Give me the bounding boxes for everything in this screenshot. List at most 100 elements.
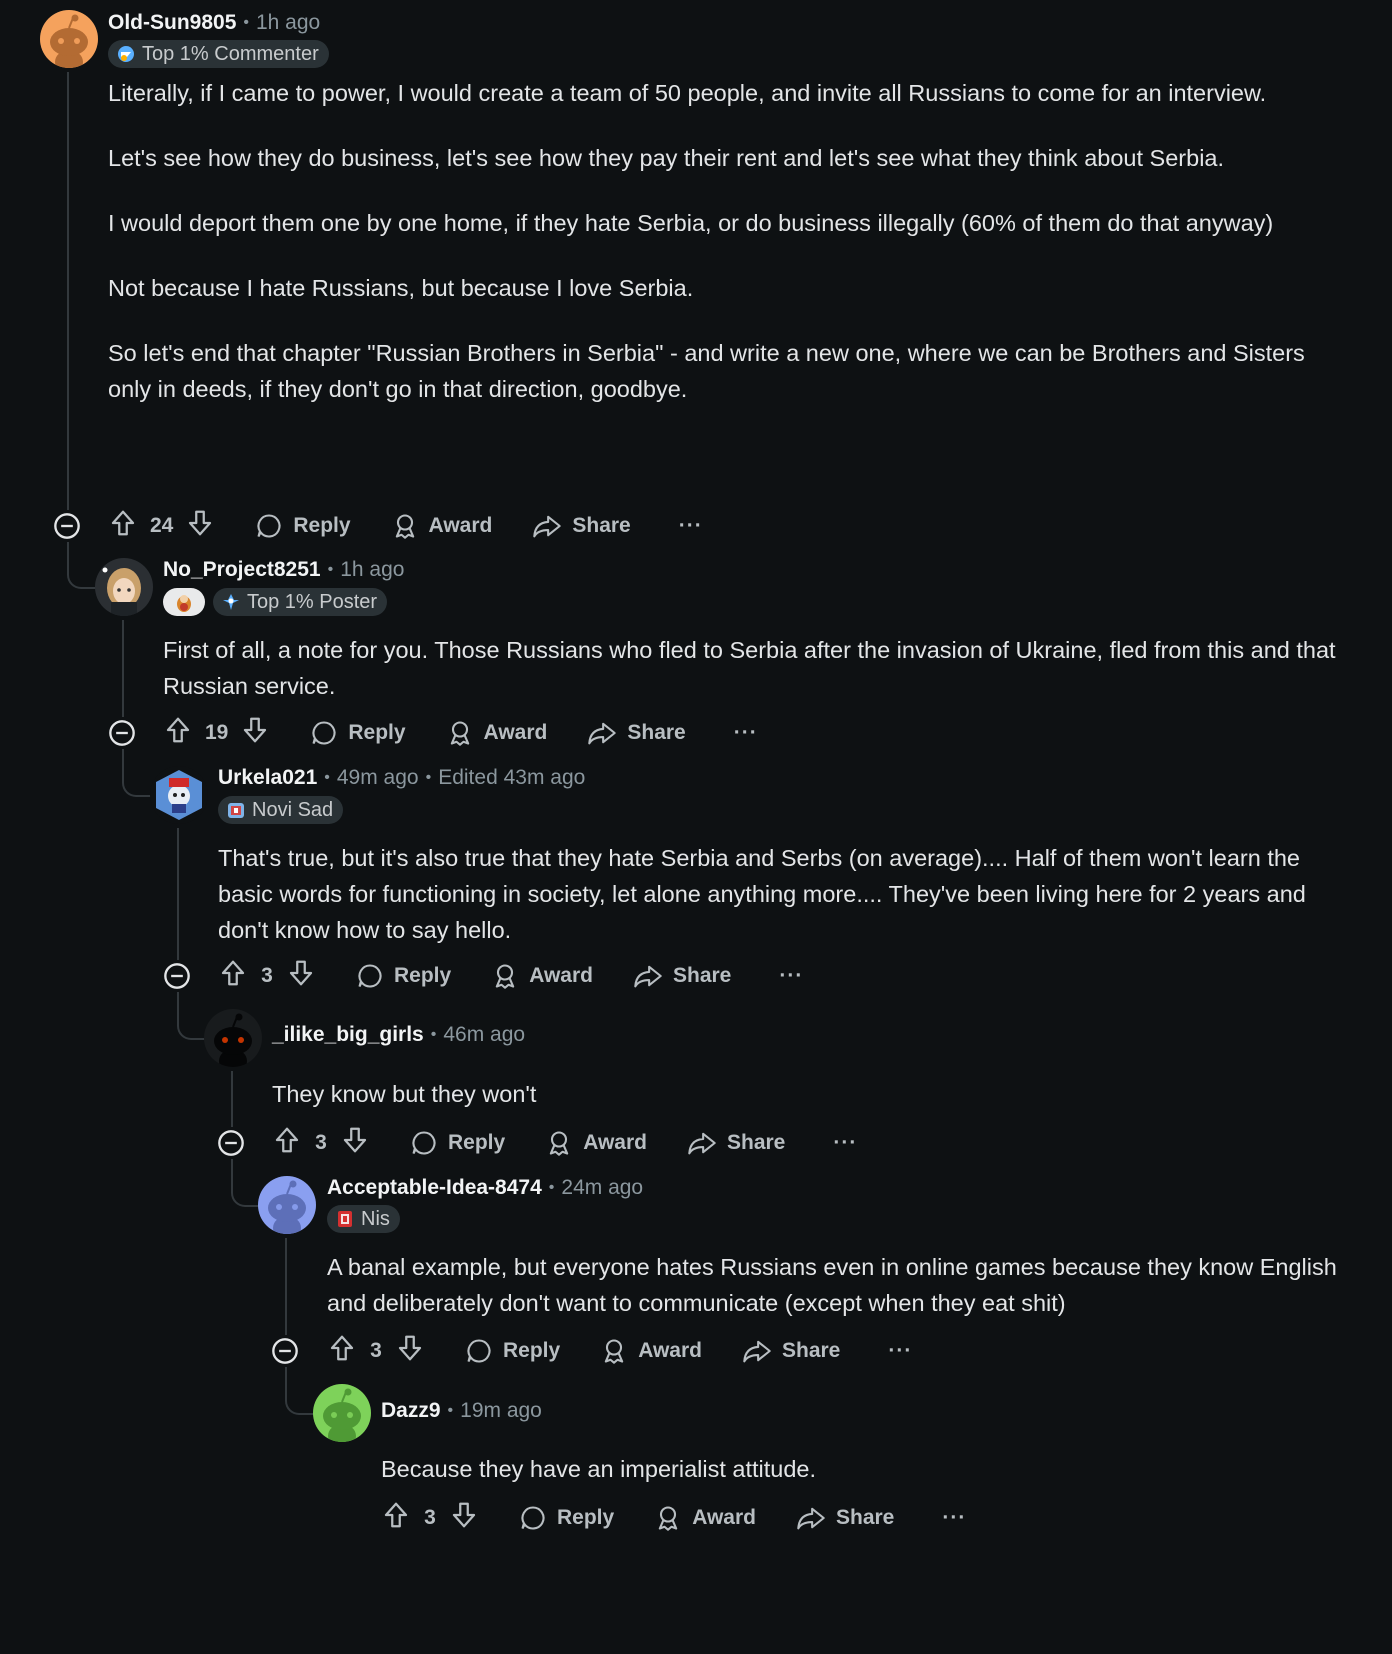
thread-connector — [285, 1367, 315, 1415]
comment-paragraph: A banal example, but everyone hates Russ… — [327, 1254, 1337, 1316]
thread-connector — [67, 542, 97, 589]
timestamp[interactable]: 46m ago — [443, 1023, 525, 1047]
collapse-thread-icon[interactable] — [53, 512, 81, 540]
vote-count: 3 — [261, 964, 273, 987]
share-button[interactable]: Share — [687, 1129, 785, 1157]
timestamp[interactable]: 49m ago — [337, 766, 419, 790]
reply-button[interactable]: Reply — [465, 1337, 560, 1365]
share-icon — [633, 962, 673, 990]
author-name[interactable]: Dazz9 — [381, 1399, 441, 1423]
more-options-icon[interactable]: ··· — [679, 514, 703, 538]
upvote-icon[interactable] — [163, 715, 193, 751]
reply-button[interactable]: Reply — [310, 719, 406, 747]
collapse-thread-icon[interactable] — [108, 719, 136, 747]
reply-button[interactable]: Reply — [519, 1504, 614, 1532]
comment-body: First of all, a note for you. Those Russ… — [163, 632, 1352, 704]
timestamp[interactable]: 19m ago — [460, 1399, 542, 1423]
collapse-thread-icon[interactable] — [217, 1129, 245, 1157]
separator: • — [327, 561, 334, 578]
downvote-icon[interactable] — [286, 958, 316, 994]
author-name[interactable]: Old-Sun9805 — [108, 11, 236, 35]
downvote-icon[interactable] — [395, 1333, 425, 1369]
share-button[interactable]: Share — [742, 1337, 840, 1365]
share-icon — [742, 1337, 782, 1365]
comment-paragraph: Because they have an imperialist attitud… — [381, 1456, 817, 1482]
downvote-icon[interactable] — [340, 1125, 370, 1161]
award-button[interactable]: Award — [446, 719, 547, 747]
reply-button-label: Reply — [557, 1506, 615, 1529]
user-flair: Top 1% Commenter — [108, 40, 329, 68]
comment-paragraph: First of all, a note for you. Those Russ… — [163, 637, 1336, 699]
avatar[interactable] — [150, 766, 208, 824]
share-button-label: Share — [782, 1339, 841, 1362]
separator: • — [430, 1026, 437, 1043]
author-name[interactable]: Acceptable-Idea-8474 — [327, 1176, 542, 1200]
reply-button-label: Reply — [503, 1339, 561, 1362]
award-icon — [491, 962, 529, 990]
reply-button[interactable]: Reply — [410, 1129, 505, 1157]
more-options-icon[interactable]: ··· — [779, 964, 803, 988]
comment-thread: Old-Sun9805 • 1h ago Top 1% Commenter Litera… — [0, 0, 1392, 1654]
author-name[interactable]: No_Project8251 — [163, 558, 321, 582]
share-button[interactable]: Share — [633, 962, 731, 990]
award-button[interactable]: Award — [545, 1129, 647, 1157]
thread-line[interactable] — [231, 1071, 233, 1127]
avatar[interactable] — [95, 558, 153, 616]
collapse-thread-icon[interactable] — [163, 962, 191, 990]
avatar[interactable] — [40, 10, 98, 68]
upvote-icon[interactable] — [272, 1125, 302, 1161]
user-flair: Top 1% Poster — [213, 588, 388, 616]
separator: • — [548, 1179, 555, 1196]
more-options-icon[interactable]: ··· — [833, 1131, 857, 1155]
upvote-icon[interactable] — [381, 1500, 411, 1536]
more-options-icon[interactable]: ··· — [734, 721, 758, 745]
award-button[interactable]: Award — [600, 1337, 702, 1365]
vote-count: 24 — [150, 514, 174, 537]
share-button[interactable]: Share — [532, 512, 631, 540]
thread-line[interactable] — [122, 620, 124, 717]
avatar[interactable] — [204, 1009, 262, 1067]
downvote-icon[interactable] — [240, 715, 270, 751]
flair-row: Nis — [327, 1205, 400, 1233]
award-button[interactable]: Award — [491, 962, 593, 990]
thread-line[interactable] — [285, 1238, 287, 1335]
reply-icon — [356, 962, 394, 990]
upvote-icon[interactable] — [218, 958, 248, 994]
share-button[interactable]: Share — [587, 719, 686, 747]
thread-connector — [231, 1159, 260, 1207]
more-options-icon[interactable]: ··· — [888, 1339, 912, 1363]
downvote-icon[interactable] — [185, 508, 215, 544]
thread-line[interactable] — [177, 828, 179, 960]
share-button-label: Share — [572, 514, 631, 537]
reply-button[interactable]: Reply — [356, 962, 451, 990]
novi-sad-crest-icon — [228, 803, 244, 818]
award-button-label: Award — [638, 1339, 702, 1362]
share-button[interactable]: Share — [796, 1504, 894, 1532]
timestamp[interactable]: 1h ago — [340, 558, 404, 582]
reply-icon — [410, 1129, 448, 1157]
award-button[interactable]: Award — [654, 1504, 756, 1532]
avatar[interactable] — [258, 1176, 316, 1234]
timestamp[interactable]: 1h ago — [256, 11, 320, 35]
reply-button-label: Reply — [394, 964, 452, 987]
author-name[interactable]: _ilike_big_girls — [272, 1023, 424, 1047]
vote-control: 3 — [327, 1333, 425, 1369]
flair-label: Top 1% Commenter — [142, 42, 319, 65]
thread-line[interactable] — [67, 72, 69, 510]
award-button[interactable]: Award — [391, 512, 492, 540]
share-icon — [532, 512, 572, 540]
reply-icon — [519, 1504, 557, 1532]
more-options-icon[interactable]: ··· — [942, 1506, 966, 1530]
upvote-icon[interactable] — [327, 1333, 357, 1369]
award-icon — [391, 512, 429, 540]
avatar[interactable] — [313, 1384, 371, 1442]
comment-actions: 3 Reply Award Share ··· — [327, 1331, 912, 1371]
comment-paragraph: So let's end that chapter "Russian Broth… — [108, 340, 1305, 402]
upvote-icon[interactable] — [108, 508, 138, 544]
reply-button[interactable]: Reply — [255, 512, 351, 540]
downvote-icon[interactable] — [449, 1500, 479, 1536]
collapse-thread-icon[interactable] — [271, 1337, 299, 1365]
author-name[interactable]: Urkela021 — [218, 766, 317, 790]
reply-icon — [465, 1337, 503, 1365]
timestamp[interactable]: 24m ago — [561, 1176, 643, 1200]
